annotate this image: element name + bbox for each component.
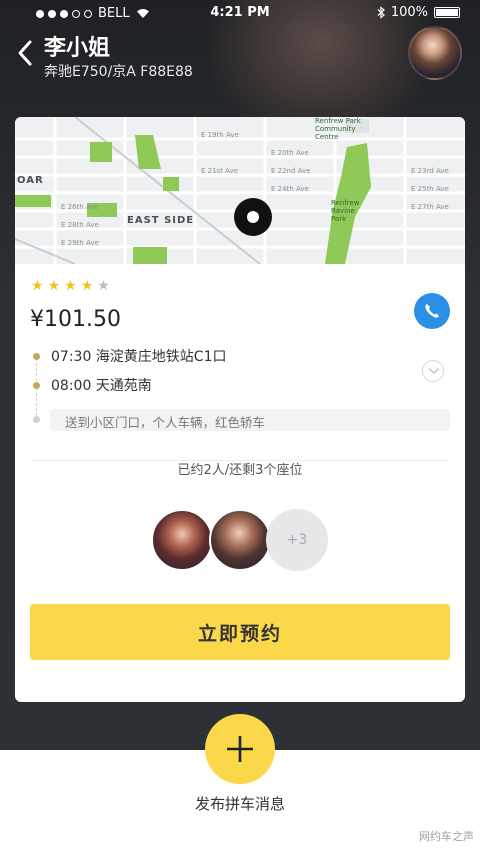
- map-label-street: E 25th Ave: [411, 185, 449, 193]
- plus-icon: [227, 736, 253, 762]
- watermark: 网约车之声: [419, 830, 474, 843]
- bluetooth-icon: [377, 6, 385, 19]
- trip-remark: 送到小区门口，个人车辆，红色轿车: [50, 409, 450, 431]
- passenger-avatar[interactable]: [209, 509, 271, 571]
- map-label-east-side: EAST SIDE: [127, 215, 195, 226]
- location-pin-icon: [234, 198, 272, 236]
- rating-stars: ★ ★ ★ ★ ★: [31, 278, 110, 294]
- map-label-street: E 26th Ave: [61, 203, 99, 211]
- route-map[interactable]: OAR EAST SIDE Renfrew Park Community Cen…: [15, 117, 465, 264]
- map-label-street: E 29th Ave: [61, 239, 99, 247]
- map-label-street: E 20th Ave: [271, 149, 309, 157]
- book-now-button[interactable]: 立即预约: [30, 604, 450, 660]
- arrival-dot: [33, 382, 40, 389]
- departure-dot: [33, 353, 40, 360]
- passenger-avatar[interactable]: [151, 509, 213, 571]
- expand-route-button[interactable]: [422, 360, 444, 382]
- publish-label[interactable]: 发布拼车消息: [0, 793, 480, 814]
- publish-button[interactable]: [205, 714, 275, 784]
- map-label-oar: OAR: [17, 175, 44, 186]
- star-icon: ★: [97, 278, 110, 294]
- map-label-street: E 22nd Ave: [271, 167, 311, 175]
- phone-icon: [425, 304, 439, 318]
- trip-card: OAR EAST SIDE Renfrew Park Community Cen…: [15, 117, 465, 702]
- star-icon: ★: [31, 278, 44, 294]
- map-label-street: E 19th Ave: [201, 131, 239, 139]
- battery-percent: 100%: [390, 5, 428, 20]
- driver-header: 李小姐 奔驰E750/京A F88E88: [0, 26, 480, 98]
- battery-group: 100%: [377, 5, 460, 20]
- star-icon: ★: [64, 278, 77, 294]
- price: ¥101.50: [30, 307, 121, 332]
- more-passengers-badge[interactable]: +3: [266, 509, 328, 571]
- map-label-community: Renfrew Park Community Centre: [315, 117, 361, 141]
- back-icon[interactable]: [12, 36, 42, 70]
- map-label-ravine: Renfrew Ravine Park: [331, 199, 360, 223]
- remark-dot: [33, 416, 40, 423]
- chevron-down-icon: [428, 367, 440, 374]
- star-icon: ★: [47, 278, 61, 294]
- map-label-street: E 24th Ave: [271, 185, 309, 193]
- map-label-street: E 21st Ave: [201, 167, 238, 175]
- battery-icon: [434, 7, 460, 18]
- driver-name: 李小姐: [44, 36, 111, 61]
- phone-call-button[interactable]: [414, 293, 450, 329]
- seat-status-text: 已约2人/还剩3个座位: [165, 463, 315, 478]
- map-label-street: E 28th Ave: [61, 221, 99, 229]
- seat-status: 已约2人/还剩3个座位: [15, 459, 465, 478]
- driver-avatar[interactable]: [408, 26, 462, 80]
- arrival-info: 08:00 天通苑南: [51, 378, 152, 394]
- departure-info: 07:30 海淀黄庄地铁站C1口: [51, 349, 227, 365]
- star-icon: ★: [80, 278, 94, 294]
- map-label-street: E 23rd Ave: [411, 167, 449, 175]
- map-label-street: E 27th Ave: [411, 203, 449, 211]
- status-bar: BELL 4:21 PM 100%: [0, 0, 480, 28]
- car-info: 奔驰E750/京A F88E88: [44, 64, 193, 80]
